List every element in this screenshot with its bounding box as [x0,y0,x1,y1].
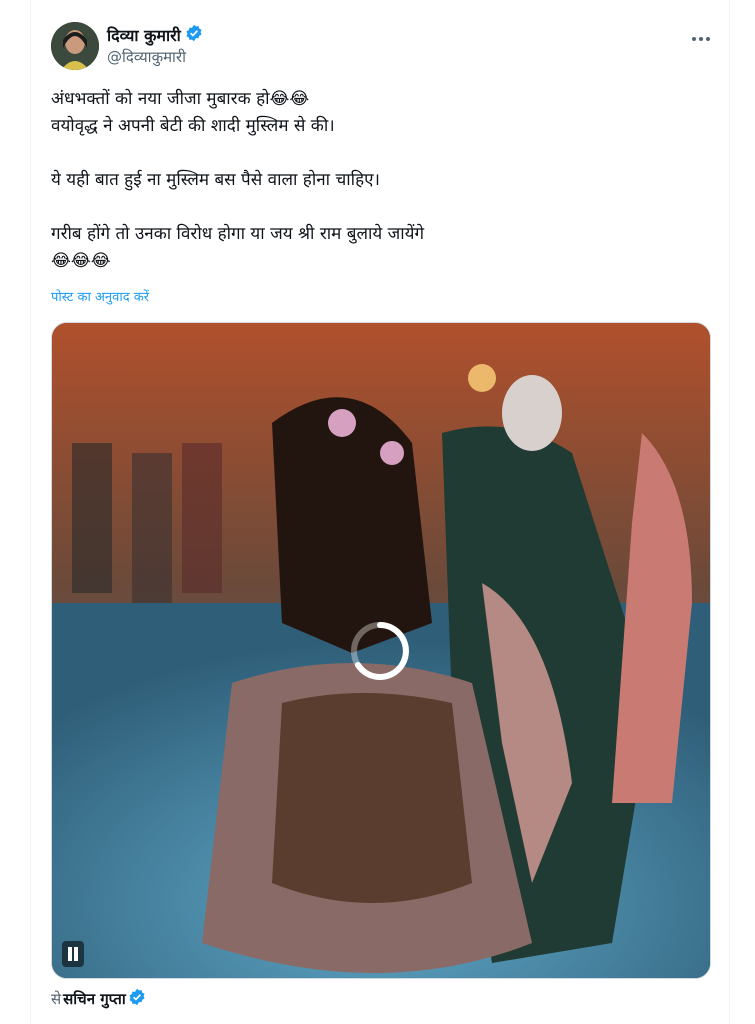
loading-spinner-icon [348,619,412,683]
tweet-line: वयोवृद्ध ने अपनी बेटी की शादी मुस्लिम से… [51,116,335,136]
tweet-line: गरीब होंगे तो उनका विरोध होगा या जय श्री… [51,224,425,244]
verified-badge-icon [185,24,203,46]
author-handle[interactable]: @दिव्याकुमारी [107,47,186,67]
video-source: से सचिन गुप्ता [51,988,146,1010]
author-name-row: दिव्या कुमारी [107,24,203,46]
tweet-text: अंधभक्तों को नया जीजा मुबारक हो😂😂 वयोवृद… [51,86,711,275]
translate-post-link[interactable]: पोस्ट का अनुवाद करें [51,287,149,305]
video-player[interactable] [51,322,711,979]
source-name[interactable]: सचिन गुप्ता [63,989,126,1009]
tweet-card: दिव्या कुमारी @दिव्याकुमारी अंधभक्तों को… [30,0,730,1024]
tweet-line: ये यही बात हुई ना मुस्लिम बस पैसे वाला ह… [51,170,380,190]
more-icon[interactable] [691,26,711,47]
verified-badge-icon [128,988,146,1010]
avatar[interactable] [51,22,99,70]
tweet-line: 😂😂😂 [51,251,111,271]
pause-icon[interactable] [62,941,84,967]
source-prefix: से [51,990,62,1008]
author-name[interactable]: दिव्या कुमारी [107,24,181,46]
tweet-line: अंधभक्तों को नया जीजा मुबारक हो😂😂 [51,89,310,109]
